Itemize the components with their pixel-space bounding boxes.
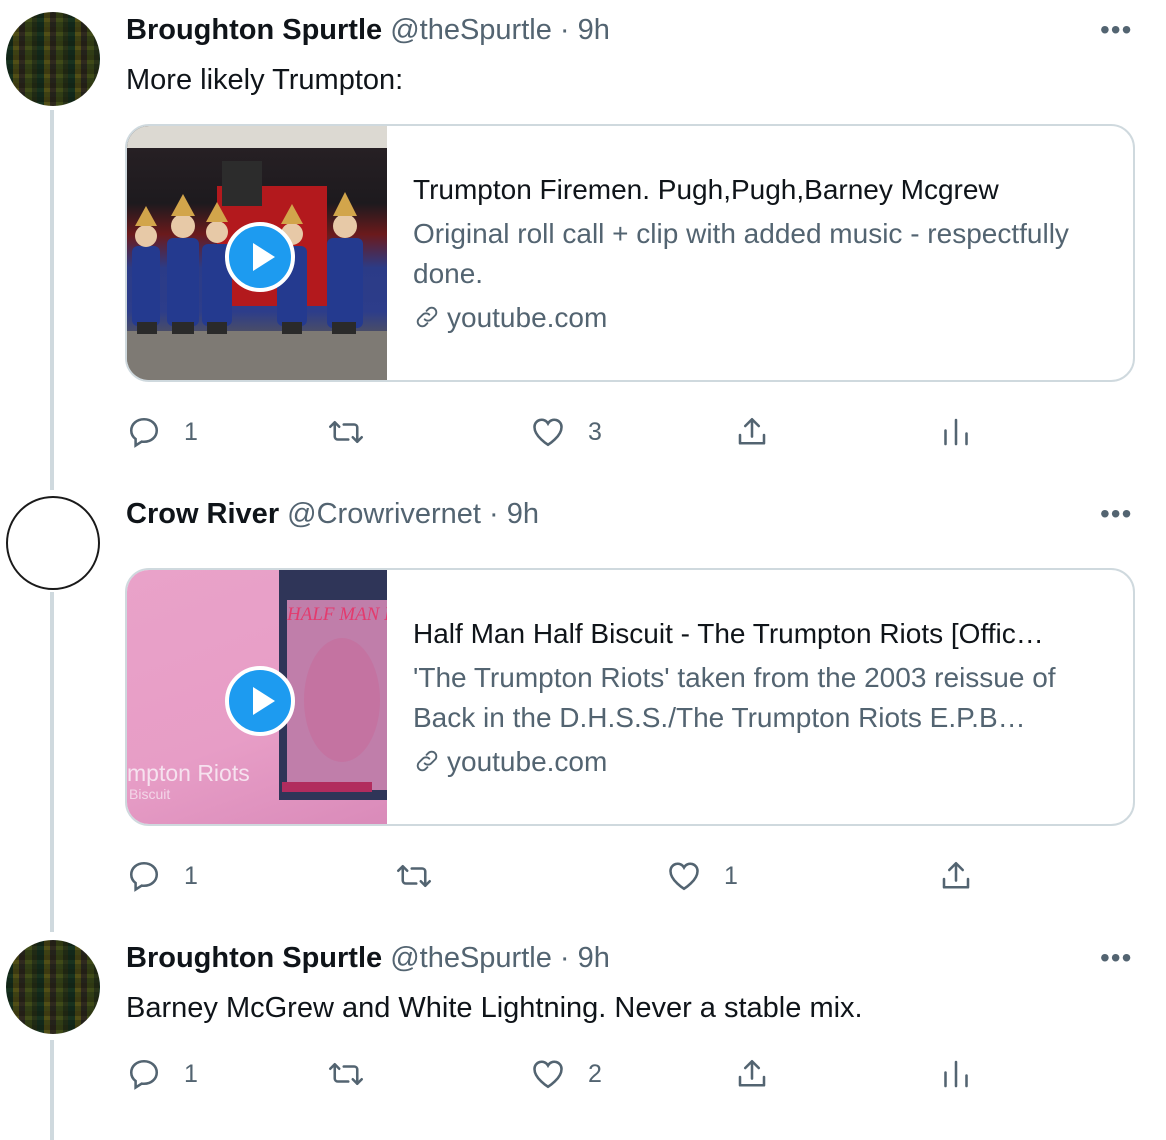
link-card[interactable]: HALF MAN HA mpton Riots Biscuit Half Man… [125, 568, 1135, 826]
card-domain-text: youtube.com [447, 746, 608, 777]
reply-icon [129, 417, 159, 448]
cover-band-name: HALF MAN HA [286, 604, 387, 625]
reply-count: 1 [184, 861, 198, 890]
tweet-actions: 1 1 [0, 856, 1166, 906]
cover-subtitle: Biscuit [129, 786, 171, 802]
play-button-icon[interactable] [225, 222, 295, 292]
share-icon [942, 861, 970, 889]
retweet-button[interactable] [328, 1054, 364, 1094]
more-options-icon[interactable]: ••• [1100, 498, 1132, 530]
retweet-icon [328, 1062, 364, 1086]
link-card[interactable]: Trumpton Firemen. Pugh,Pugh,Barney Mcgre… [125, 124, 1135, 382]
avatar[interactable] [6, 496, 100, 590]
timestamp[interactable]: 9h [507, 498, 539, 530]
link-icon [416, 306, 438, 328]
reply-button[interactable]: 1 [126, 1054, 198, 1094]
card-domain: youtube.com [413, 746, 1109, 778]
tweet[interactable]: Broughton Spurtle @theSpurtle · 9h ••• M… [0, 0, 1166, 480]
tweet-header: Broughton Spurtle @theSpurtle · 9h [126, 14, 610, 47]
card-body: Trumpton Firemen. Pugh,Pugh,Barney Mcgre… [413, 174, 1109, 334]
share-button[interactable] [938, 856, 974, 896]
user-handle[interactable]: @theSpurtle [390, 14, 552, 46]
like-button[interactable]: 2 [530, 1054, 602, 1094]
cover-title: mpton Riots [127, 760, 250, 786]
user-handle[interactable]: @Crowrivernet [287, 498, 481, 530]
like-count: 3 [588, 417, 602, 446]
tweet-actions: 1 3 [0, 412, 1166, 462]
display-name[interactable]: Broughton Spurtle [126, 942, 382, 974]
tweet-header: Crow River @Crowrivernet · 9h [126, 498, 539, 531]
video-thumbnail[interactable] [127, 126, 387, 380]
separator-dot: · [559, 942, 570, 974]
more-options-icon[interactable]: ••• [1100, 14, 1132, 46]
display-name[interactable]: Broughton Spurtle [126, 14, 382, 46]
timestamp[interactable]: 9h [578, 942, 610, 974]
like-count: 2 [588, 1059, 602, 1088]
reply-icon [129, 1059, 159, 1090]
user-handle[interactable]: @theSpurtle [390, 942, 552, 974]
separator-dot: · [559, 14, 570, 46]
share-icon [738, 1059, 766, 1087]
analytics-icon [944, 1060, 968, 1088]
analytics-icon [944, 418, 968, 446]
display-name[interactable]: Crow River [126, 498, 279, 530]
tweet-header: Broughton Spurtle @theSpurtle · 9h [126, 942, 610, 975]
tweet-text: Barney McGrew and White Lightning. Never… [126, 992, 863, 1024]
card-domain-text: youtube.com [447, 302, 608, 333]
card-description: Original roll call + clip with added mus… [413, 218, 1069, 289]
card-title: Trumpton Firemen. Pugh,Pugh,Barney Mcgre… [413, 174, 999, 205]
tweet[interactable]: Crow River @Crowrivernet · 9h ••• HALF M… [0, 484, 1166, 924]
tweet-text: More likely Trumpton: [126, 64, 404, 96]
reply-button[interactable]: 1 [126, 856, 198, 896]
retweet-button[interactable] [396, 856, 432, 896]
tweet-actions: 1 2 [0, 1054, 1166, 1104]
separator-dot: · [489, 498, 499, 530]
share-button[interactable] [734, 412, 770, 452]
play-button-icon[interactable] [225, 666, 295, 736]
reply-button[interactable]: 1 [126, 412, 198, 452]
like-button[interactable]: 3 [530, 412, 602, 452]
share-button[interactable] [734, 1054, 770, 1094]
analytics-button[interactable] [938, 412, 974, 452]
like-button[interactable]: 1 [666, 856, 738, 896]
card-title: Half Man Half Biscuit - The Trumpton Rio… [413, 618, 1044, 649]
retweet-button[interactable] [328, 412, 364, 452]
heart-icon [533, 1060, 563, 1089]
link-icon [416, 750, 438, 772]
reply-icon [129, 861, 159, 892]
heart-icon [669, 862, 699, 891]
heart-icon [533, 418, 563, 447]
retweet-icon [396, 864, 432, 888]
reply-count: 1 [184, 1059, 198, 1088]
avatar[interactable] [6, 12, 100, 106]
like-count: 1 [724, 861, 738, 890]
reply-count: 1 [184, 417, 198, 446]
tweet[interactable]: Broughton Spurtle @theSpurtle · 9h ••• B… [0, 928, 1166, 1140]
share-icon [738, 417, 766, 445]
avatar[interactable] [6, 940, 100, 1034]
more-options-icon[interactable]: ••• [1100, 942, 1132, 974]
card-description: 'The Trumpton Riots' taken from the 2003… [413, 662, 1056, 733]
card-body: Half Man Half Biscuit - The Trumpton Rio… [413, 618, 1109, 778]
card-domain: youtube.com [413, 302, 1109, 334]
analytics-button[interactable] [938, 1054, 974, 1094]
video-thumbnail[interactable]: HALF MAN HA mpton Riots Biscuit [127, 570, 410, 824]
retweet-icon [328, 420, 364, 444]
timestamp[interactable]: 9h [578, 14, 610, 46]
